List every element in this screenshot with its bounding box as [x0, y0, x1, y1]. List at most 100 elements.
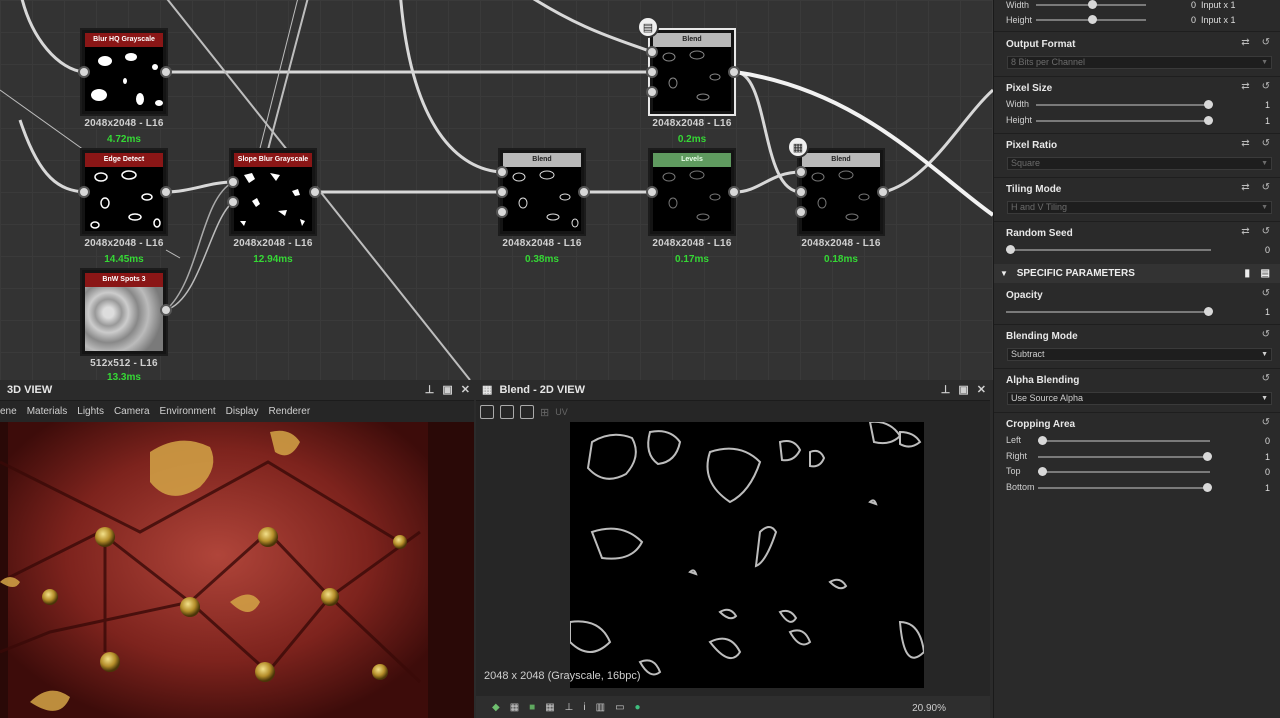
link-icon[interactable]: ⇄ — [1241, 81, 1249, 92]
width-slider[interactable] — [1036, 0, 1146, 9]
layers-icon[interactable]: ◆ — [492, 702, 500, 713]
tiling-icon[interactable]: ⊥ — [565, 702, 574, 713]
viewport-3d[interactable] — [0, 422, 474, 718]
input-port[interactable] — [496, 166, 508, 178]
input-port[interactable] — [646, 66, 658, 78]
slider-knob[interactable] — [1203, 483, 1212, 492]
slider-knob[interactable] — [1088, 15, 1097, 24]
crop-left-slider[interactable] — [1038, 436, 1210, 445]
output-format-dropdown[interactable]: 8 Bits per Channel ▼ — [1007, 56, 1272, 69]
reset-icon[interactable]: ↺ — [1262, 37, 1270, 48]
input-port[interactable] — [646, 86, 658, 98]
slider-knob[interactable] — [1204, 307, 1213, 316]
display-icon[interactable]: ▭ — [615, 702, 624, 713]
zoom-level[interactable]: 20.90% — [912, 703, 946, 714]
input-port[interactable] — [496, 186, 508, 198]
link-icon[interactable]: ⇄ — [1241, 138, 1249, 149]
menu-item-display[interactable]: Display — [221, 403, 264, 421]
color-picker-icon[interactable]: ● — [635, 702, 641, 713]
reset-icon[interactable]: ↺ — [1262, 182, 1270, 193]
menu-item-scene[interactable]: ene — [0, 403, 22, 421]
slider-knob[interactable] — [1204, 116, 1213, 125]
node-graph[interactable]: Blur HQ Grayscale 2048x2048 - L16 4.72ms… — [0, 0, 993, 380]
input-port[interactable] — [646, 46, 658, 58]
reset-icon[interactable]: ↺ — [1262, 373, 1270, 384]
crop-top-slider[interactable] — [1038, 467, 1210, 476]
copy-view-icon[interactable] — [480, 405, 494, 419]
output-port[interactable] — [877, 186, 889, 198]
checker-toggle-icon[interactable]: ▦ — [510, 702, 519, 713]
node-edge-detect[interactable]: Edge Detect — [80, 148, 168, 236]
menu-item-renderer[interactable]: Renderer — [263, 403, 315, 421]
input-port[interactable] — [78, 186, 90, 198]
input-port[interactable] — [78, 66, 90, 78]
node-slope-blur-grayscale[interactable]: Slope Blur Grayscale — [229, 148, 317, 236]
input-port[interactable] — [795, 166, 807, 178]
link-icon[interactable]: ⇄ — [1241, 37, 1249, 48]
node-bnw-spots-3[interactable]: BnW Spots 3 — [80, 268, 168, 356]
pixel-height-slider[interactable] — [1036, 116, 1213, 125]
reset-icon[interactable]: ↺ — [1262, 329, 1270, 340]
output-port[interactable] — [309, 186, 321, 198]
menu-item-camera[interactable]: Camera — [109, 403, 155, 421]
pin-icon[interactable]: ⊥ — [425, 380, 435, 401]
output-port[interactable] — [160, 304, 172, 316]
link-icon[interactable]: ⇄ — [1241, 226, 1249, 237]
close-icon[interactable]: ✕ — [461, 380, 470, 401]
output-port[interactable] — [160, 186, 172, 198]
document-list-icon[interactable]: ▤ — [1261, 264, 1270, 283]
menu-item-materials[interactable]: Materials — [22, 403, 73, 421]
input-port[interactable] — [227, 176, 239, 188]
link-icon[interactable]: ⇄ — [1241, 182, 1249, 193]
node-blend[interactable]: Blend — [498, 148, 586, 236]
maximize-icon[interactable]: ▣ — [442, 380, 452, 401]
info-icon[interactable]: i — [583, 702, 585, 713]
node-blend[interactable]: Blend — [797, 148, 885, 236]
height-slider[interactable] — [1036, 15, 1146, 24]
output-port[interactable] — [578, 186, 590, 198]
output-port[interactable] — [160, 66, 172, 78]
specific-parameters-header[interactable]: ▼ SPECIFIC PARAMETERS ▮ ▤ — [994, 264, 1280, 283]
pixel-ratio-dropdown[interactable]: Square ▼ — [1007, 157, 1272, 170]
menu-item-environment[interactable]: Environment — [155, 403, 221, 421]
color-channel-icon[interactable]: ■ — [529, 702, 535, 713]
opacity-slider[interactable] — [1006, 307, 1213, 316]
close-icon[interactable]: ✕ — [977, 380, 986, 401]
input-port[interactable] — [496, 206, 508, 218]
slider-knob[interactable] — [1088, 0, 1097, 9]
node-blend-selected[interactable]: Blend — [648, 28, 736, 116]
node-blur-hq-grayscale[interactable]: Blur HQ Grayscale — [80, 28, 168, 116]
slider-knob[interactable] — [1204, 100, 1213, 109]
crop-right-slider[interactable] — [1038, 452, 1212, 461]
input-port[interactable] — [795, 206, 807, 218]
canvas-2d[interactable] — [570, 422, 924, 688]
output-port[interactable] — [728, 186, 740, 198]
grid-icon[interactable]: ▦ — [545, 702, 554, 713]
input-port[interactable] — [227, 196, 239, 208]
reset-icon[interactable]: ↺ — [1262, 138, 1270, 149]
maximize-icon[interactable]: ▣ — [958, 380, 968, 401]
output-port[interactable] — [728, 66, 740, 78]
node-levels[interactable]: Levels — [648, 148, 736, 236]
random-seed-slider[interactable] — [1006, 245, 1211, 254]
slider-knob[interactable] — [1203, 452, 1212, 461]
tiling-mode-dropdown[interactable]: H and V Tiling ▼ — [1007, 201, 1272, 214]
input-port[interactable] — [795, 186, 807, 198]
alpha-blending-dropdown[interactable]: Use Source Alpha ▼ — [1007, 392, 1272, 405]
reset-icon[interactable]: ↺ — [1262, 417, 1270, 428]
pixel-width-slider[interactable] — [1036, 100, 1213, 109]
reset-icon[interactable]: ↺ — [1262, 288, 1270, 299]
input-port[interactable] — [646, 186, 658, 198]
menu-item-lights[interactable]: Lights — [72, 403, 109, 421]
export-icon[interactable] — [520, 405, 534, 419]
tile-icon[interactable]: ⊞ — [540, 406, 549, 419]
slider-knob[interactable] — [1038, 467, 1047, 476]
crop-bottom-slider[interactable] — [1038, 483, 1212, 492]
reset-icon[interactable]: ↺ — [1262, 81, 1270, 92]
uv-dropdown[interactable]: UV — [555, 407, 568, 417]
pin-icon[interactable]: ⊥ — [941, 380, 951, 401]
document-icon[interactable]: ▮ — [1244, 264, 1250, 283]
slider-knob[interactable] — [1038, 436, 1047, 445]
blending-mode-dropdown[interactable]: Subtract ▼ — [1007, 348, 1272, 361]
save-icon[interactable] — [500, 405, 514, 419]
